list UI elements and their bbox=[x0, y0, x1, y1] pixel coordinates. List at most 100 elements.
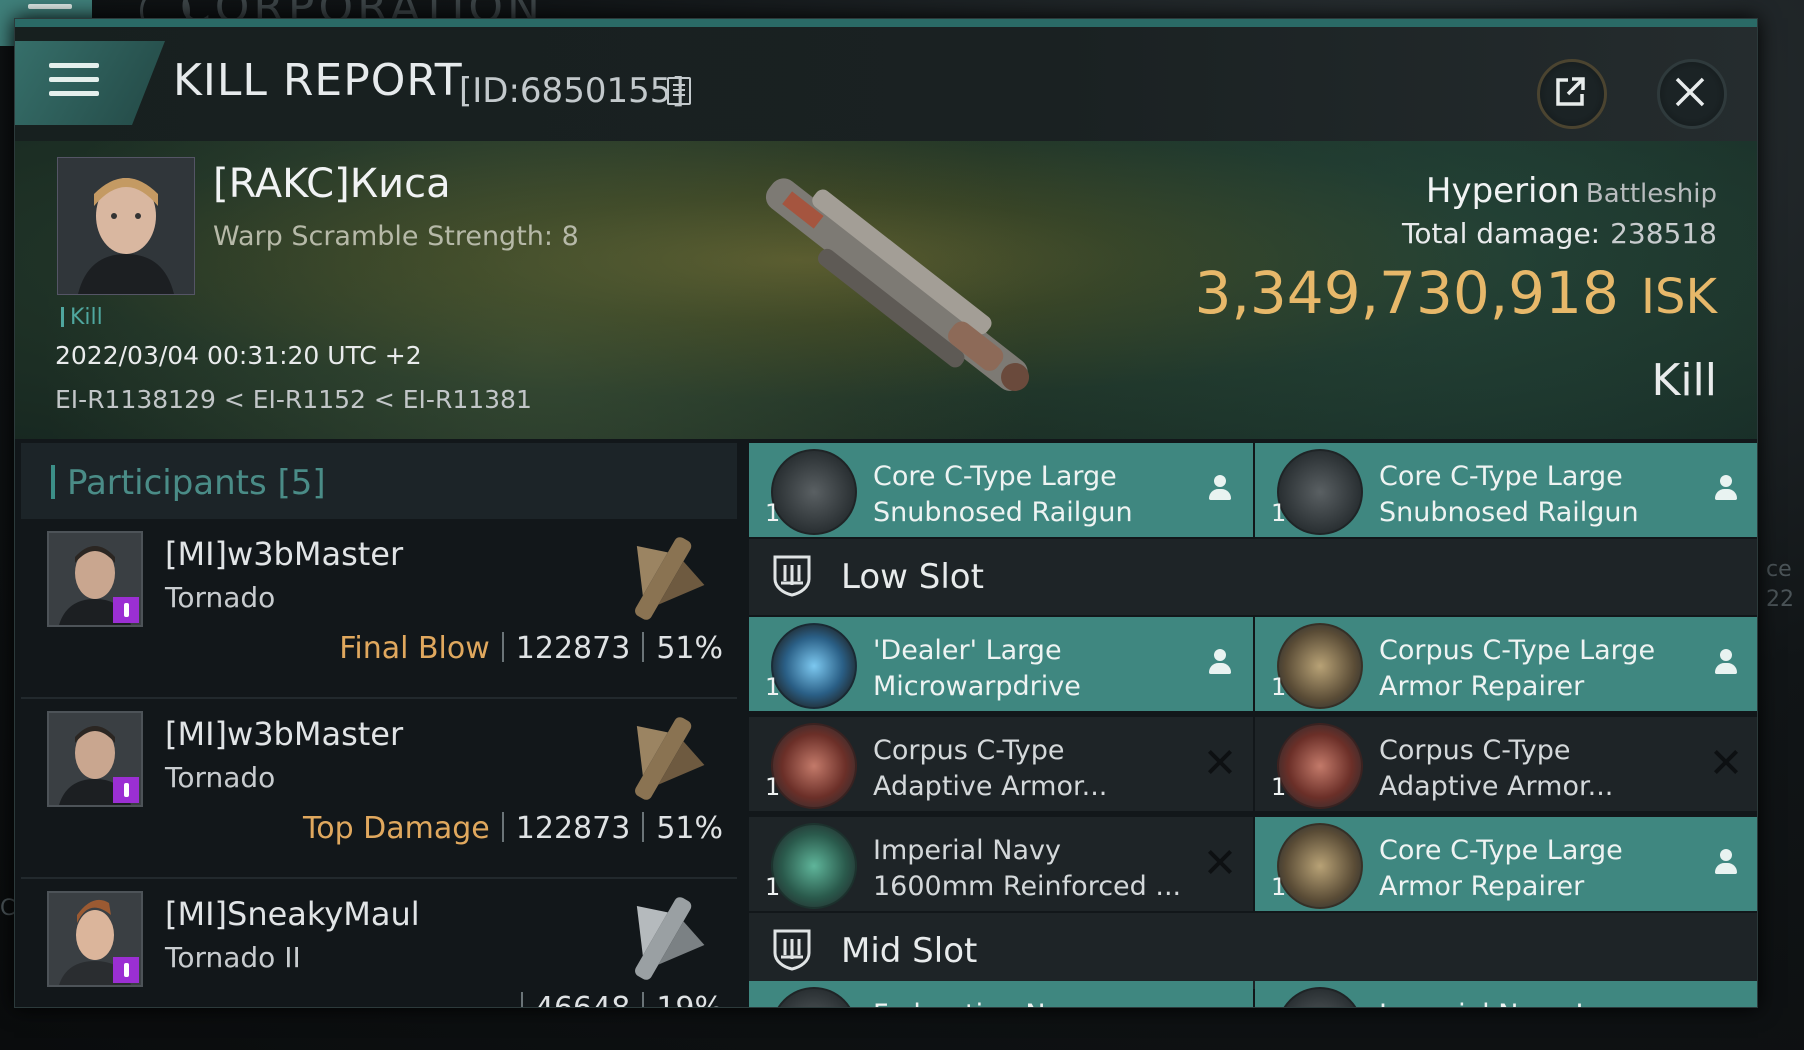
fittings-panel: 1 Core C-Type Large Snubnosed Railgun 1 … bbox=[749, 443, 1757, 1007]
total-damage-value: 238518 bbox=[1610, 217, 1717, 250]
module-slot[interactable]: 1 Corpus C-Type Adaptive Armor... bbox=[749, 717, 1253, 811]
participant-ship: Tornado II bbox=[165, 941, 301, 974]
module-slot[interactable]: 1 Core C-Type Large Snubnosed Railgun bbox=[749, 443, 1253, 537]
module-icon bbox=[1277, 987, 1363, 1007]
module-quantity: 1 bbox=[1271, 499, 1287, 527]
participant-row[interactable]: [MI]w3bMaster Tornado Top Damage 122873 51… bbox=[21, 699, 737, 879]
window-header: KILL REPORT [ID:6850155] bbox=[15, 27, 1757, 141]
module-name: Corpus C-Type Large Armor Repairer bbox=[1379, 635, 1656, 702]
module-slot[interactable]: 1 'Dealer' Large Microwarpdrive bbox=[749, 617, 1253, 711]
avatar[interactable] bbox=[47, 531, 143, 627]
module-icon bbox=[771, 823, 857, 909]
isk-value: 3,349,730,918 ISK bbox=[1195, 259, 1717, 327]
destroyed-x-icon bbox=[1711, 747, 1741, 777]
isk-unit: ISK bbox=[1640, 269, 1717, 325]
avatar[interactable] bbox=[47, 891, 143, 987]
module-quantity: 1 bbox=[765, 673, 781, 701]
participant-ship-image bbox=[635, 897, 705, 980]
module-name: 'Dealer' Large Microwarpdrive bbox=[873, 635, 1081, 702]
participant-damage: 122873 bbox=[515, 631, 631, 666]
module-slot[interactable]: 1 Core C-Type Large Snubnosed Railgun bbox=[1255, 443, 1757, 537]
module-name: Core C-Type Large Snubnosed Railgun bbox=[873, 461, 1133, 528]
participant-row[interactable]: [MI]SneakyMaul Tornado II 46648 19% bbox=[21, 879, 737, 1007]
copy-icon[interactable] bbox=[667, 77, 691, 105]
low-slot-section: Low Slot bbox=[749, 539, 1757, 615]
shield-icon bbox=[773, 929, 811, 971]
participants-title: Participants [5] bbox=[67, 463, 326, 503]
module-slot[interactable]: 1 Corpus C-Type Large Armor Repairer bbox=[1255, 617, 1757, 711]
page-title: KILL REPORT bbox=[173, 55, 463, 106]
kill-datetime: 2022/03/04 00:31:20 UTC +2 bbox=[55, 341, 422, 370]
participant-damage: 122873 bbox=[515, 811, 631, 846]
pilot-icon bbox=[1711, 847, 1741, 877]
participant-role: Final Blow bbox=[339, 631, 490, 666]
module-quantity: 1 bbox=[1271, 773, 1287, 801]
external-link-icon bbox=[1556, 77, 1585, 106]
window-top-line bbox=[15, 19, 1757, 27]
participant-name[interactable]: [MI]SneakyMaul bbox=[165, 895, 420, 933]
kill-location[interactable]: EI-R1138129 < EI-R1152 < EI-R11381 bbox=[55, 385, 532, 414]
corp-badge bbox=[113, 957, 139, 983]
participants-panel: Participants [5] [MI]w3bMaster Tornado F… bbox=[21, 443, 737, 1007]
participant-percent: 51% bbox=[656, 811, 723, 846]
destroyed-x-icon bbox=[1205, 847, 1235, 877]
victim-ship-class: Battleship bbox=[1585, 179, 1717, 209]
section-label: Mid Slot bbox=[841, 931, 978, 971]
module-name: Imperial Navy Large bbox=[1379, 997, 1689, 1007]
module-quantity: 1 bbox=[765, 873, 781, 901]
participant-ship: Tornado bbox=[165, 761, 276, 794]
victim-name[interactable]: [RAKC]Киса bbox=[213, 161, 451, 207]
pilot-icon bbox=[1711, 647, 1741, 677]
participant-percent: 51% bbox=[656, 631, 723, 666]
module-name: Federation Navy bbox=[873, 997, 1183, 1007]
kill-tag: Kill bbox=[61, 305, 103, 330]
isk-amount: 3,349,730,918 bbox=[1194, 259, 1619, 327]
victim-portrait[interactable] bbox=[57, 157, 195, 295]
module-name: Core C-Type Large Armor Repairer bbox=[1379, 835, 1623, 902]
participants-header[interactable]: Participants [5] bbox=[21, 443, 737, 519]
module-icon bbox=[1277, 449, 1363, 535]
module-name: Corpus C-Type Adaptive Armor... bbox=[873, 735, 1108, 802]
warp-scramble-strength: Warp Scramble Strength: 8 bbox=[213, 221, 579, 252]
participant-percent: 19% bbox=[656, 991, 723, 1007]
participant-stats: 46648 19% bbox=[509, 991, 723, 1007]
module-slot[interactable]: 1 Core C-Type Large Armor Repairer bbox=[1255, 817, 1757, 911]
participant-role: Top Damage bbox=[303, 811, 490, 846]
module-slot[interactable]: Imperial Navy Large bbox=[1255, 981, 1757, 1007]
participant-stats: Final Blow 122873 51% bbox=[339, 631, 723, 666]
kill-id: [ID:6850155] bbox=[459, 71, 685, 111]
avatar[interactable] bbox=[47, 711, 143, 807]
total-damage-label: Total damage: bbox=[1402, 217, 1601, 250]
report-type: Kill bbox=[1651, 355, 1717, 406]
kill-report-window: KILL REPORT [ID:6850155] [RAKC]Киса Warp… bbox=[14, 18, 1758, 1008]
module-icon bbox=[771, 623, 857, 709]
corp-badge bbox=[113, 777, 139, 803]
module-name: Corpus C-Type Adaptive Armor... bbox=[1379, 735, 1614, 802]
module-icon bbox=[771, 449, 857, 535]
shield-icon bbox=[773, 555, 811, 597]
participant-name[interactable]: [MI]w3bMaster bbox=[165, 535, 403, 573]
pilot-icon bbox=[1205, 473, 1235, 503]
victim-ship[interactable]: Hyperion Battleship bbox=[1426, 171, 1717, 211]
module-slot[interactable]: 1 Corpus C-Type Adaptive Armor... bbox=[1255, 717, 1757, 811]
module-slot[interactable]: 1 Imperial Navy 1600mm Reinforced ... bbox=[749, 817, 1253, 911]
victim-banner: [RAKC]Киса Warp Scramble Strength: 8 Kil… bbox=[15, 141, 1757, 439]
participant-ship-image bbox=[635, 717, 705, 800]
participant-name[interactable]: [MI]w3bMaster bbox=[165, 715, 403, 753]
module-quantity: 1 bbox=[765, 499, 781, 527]
participant-ship: Tornado bbox=[165, 581, 276, 614]
victim-ship-image bbox=[765, 178, 1030, 391]
participant-ship-image bbox=[635, 537, 705, 620]
module-name: Imperial Navy 1600mm Reinforced ... bbox=[873, 835, 1182, 902]
module-name: Core C-Type Large Snubnosed Railgun bbox=[1379, 461, 1639, 528]
destroyed-x-icon bbox=[1205, 747, 1235, 777]
victim-ship-name: Hyperion bbox=[1425, 171, 1580, 211]
avatar bbox=[58, 158, 194, 294]
pilot-icon bbox=[1711, 473, 1741, 503]
participant-row[interactable]: [MI]w3bMaster Tornado Final Blow 122873 51… bbox=[21, 519, 737, 699]
close-button[interactable] bbox=[1657, 59, 1727, 129]
share-button[interactable] bbox=[1537, 59, 1607, 129]
module-slot[interactable]: Federation Navy bbox=[749, 981, 1253, 1007]
participant-damage: 46648 bbox=[535, 991, 630, 1007]
hamburger-icon[interactable] bbox=[49, 59, 99, 101]
